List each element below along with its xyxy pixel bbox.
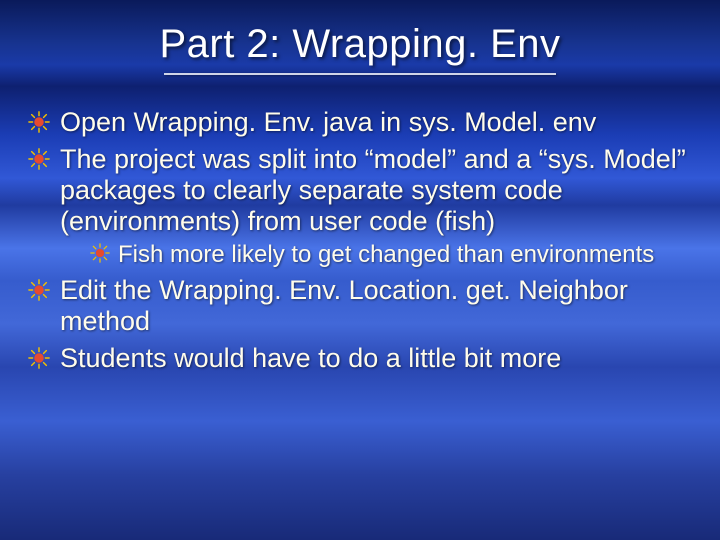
list-item: Edit the Wrapping. Env. Location. get. N… <box>28 275 692 337</box>
bullet-text: Fish more likely to get changed than env… <box>118 241 654 268</box>
sun-bullet-icon <box>28 279 50 301</box>
bullet-text: The project was split into “model” and a… <box>60 144 686 236</box>
list-item: Fish more likely to get changed than env… <box>90 241 692 269</box>
sun-bullet-icon <box>28 347 50 369</box>
slide-body: Open Wrapping. Env. java in sys. Model. … <box>0 75 720 374</box>
bullet-text: Edit the Wrapping. Env. Location. get. N… <box>60 275 628 336</box>
list-item: Students would have to do a little bit m… <box>28 343 692 374</box>
list-item: The project was split into “model” and a… <box>28 144 692 269</box>
bullet-text: Open Wrapping. Env. java in sys. Model. … <box>60 107 596 137</box>
bullet-text: Students would have to do a little bit m… <box>60 343 561 373</box>
bullet-list: Open Wrapping. Env. java in sys. Model. … <box>28 107 692 374</box>
slide: Part 2: Wrapping. Env Open Wrapping. Env… <box>0 0 720 540</box>
sub-bullet-list: Fish more likely to get changed than env… <box>60 241 692 269</box>
sun-bullet-icon <box>28 148 50 170</box>
slide-title: Part 2: Wrapping. Env <box>0 0 720 73</box>
list-item: Open Wrapping. Env. java in sys. Model. … <box>28 107 692 138</box>
sun-bullet-icon <box>28 111 50 133</box>
sun-bullet-icon <box>90 243 110 263</box>
